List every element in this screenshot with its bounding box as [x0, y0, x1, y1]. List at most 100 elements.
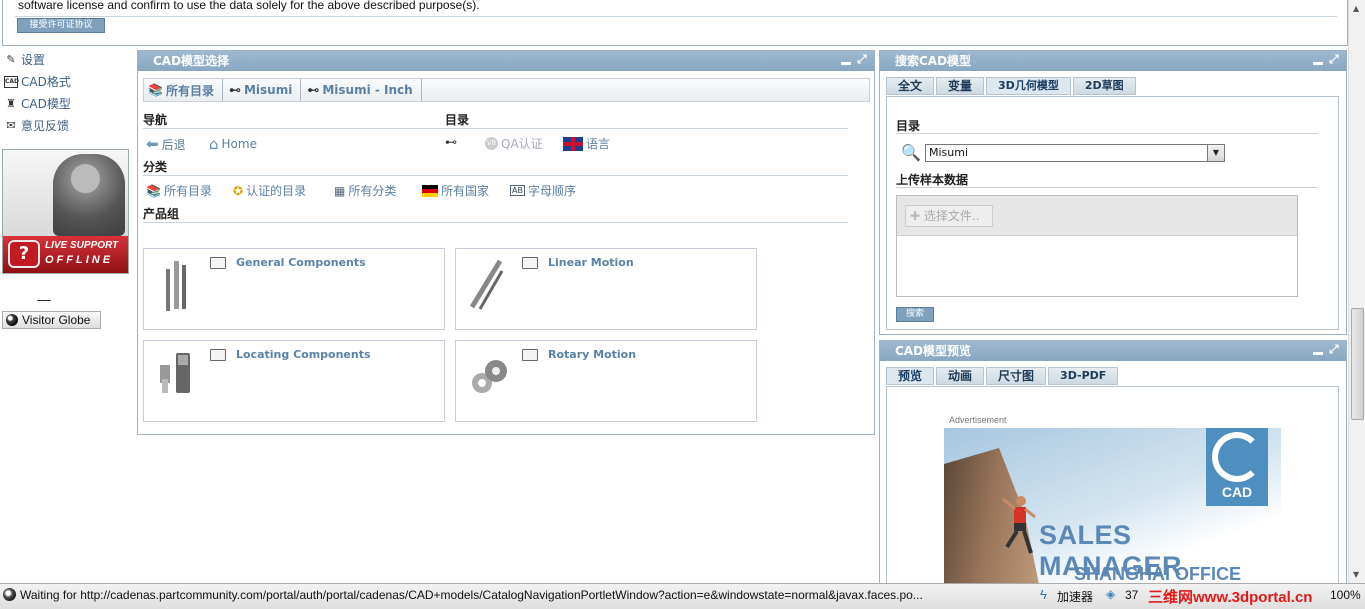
- ad-subline: SHANGHAI OFFICE: [1074, 564, 1242, 584]
- panel-header: 搜索CAD模型 ⤢: [880, 51, 1346, 71]
- folder-icon: [522, 257, 538, 269]
- divider: [37, 300, 51, 301]
- menu-item-settings[interactable]: ✎ 设置: [4, 51, 45, 68]
- scroll-up-icon[interactable]: ▲: [1353, 4, 1359, 13]
- menu-item-cad-formats[interactable]: CAD CAD格式: [4, 73, 71, 90]
- status-bar: Waiting for http://cadenas.partcommunity…: [0, 583, 1365, 609]
- license-bar: software license and confirm to use the …: [2, 0, 1348, 46]
- catalog-logo[interactable]: ⊷: [445, 135, 457, 149]
- breadcrumb: 📚 所有目录 ⊷ Misumi ⊷ Misumi - Inch: [143, 78, 870, 102]
- support-agent-photo: [53, 154, 125, 236]
- folder-icon: [210, 257, 226, 269]
- category-alphabetical[interactable]: AB 字母顺序: [510, 182, 576, 199]
- climber-image: [1002, 496, 1036, 554]
- product-group-name: Rotary Motion: [548, 348, 637, 361]
- zoom-level[interactable]: 100%: [1330, 588, 1361, 602]
- cad-icon: CAD: [4, 75, 19, 88]
- cad-preview-panel: CAD模型预览 ⤢ 预览 动画 尺寸图 3D-PDF Advertisement: [879, 340, 1347, 584]
- locating-pin-thumbnail: [160, 353, 190, 393]
- choose-file-label: 选择文件..: [923, 209, 980, 223]
- breadcrumb-label: 所有目录: [165, 83, 214, 98]
- visitor-globe-button[interactable]: Visitor Globe: [2, 311, 101, 329]
- product-group-rotary-motion[interactable]: Rotary Motion: [455, 340, 757, 422]
- shaft-thumbnail: [469, 259, 504, 310]
- minimize-icon[interactable]: [1313, 343, 1323, 355]
- category-certified[interactable]: ✪ 认证的目录: [233, 182, 306, 199]
- back-link[interactable]: ⬅ 后退: [146, 135, 186, 153]
- tab-3d-geometry[interactable]: 3D几何模型: [986, 77, 1071, 95]
- divider: [143, 175, 848, 176]
- tab-fulltext[interactable]: 全文: [886, 77, 935, 95]
- maximize-icon[interactable]: ⤢: [1329, 343, 1342, 356]
- minimize-icon[interactable]: [1313, 53, 1323, 65]
- home-link[interactable]: ⌂ Home: [209, 135, 257, 153]
- plus-icon: ✚: [910, 209, 921, 223]
- category-label: 所有目录: [163, 184, 212, 198]
- category-heading: 分类: [143, 160, 168, 174]
- preview-tab-content: Advertisement CAD SALES MANAGER SHANGHAI…: [886, 386, 1339, 584]
- category-all-classes[interactable]: ▦ 所有分类: [334, 182, 396, 199]
- panel-header: CAD模型预览 ⤢: [880, 341, 1346, 361]
- catalog-label: 目录: [896, 119, 921, 133]
- search-cad-panel: 搜索CAD模型 ⤢ 全文 变量 3D几何模型 2D草图 目录 🔍 Misumi …: [879, 50, 1347, 335]
- live-support-label: LIVE SUPPORT: [45, 240, 119, 251]
- tab-preview[interactable]: 预览: [886, 367, 935, 385]
- maximize-icon[interactable]: ⤢: [857, 53, 870, 66]
- home-icon: ⌂: [209, 135, 219, 153]
- status-text: Waiting for http://cadenas.partcommunity…: [20, 588, 923, 602]
- menu-item-label: CAD模型: [21, 97, 71, 111]
- counter-icon: ◈: [1106, 587, 1116, 601]
- accelerator-label[interactable]: 加速器: [1057, 588, 1093, 605]
- scroll-down-icon[interactable]: ▼: [1353, 570, 1359, 579]
- preview-tabs: 预览 动画 尺寸图 3D-PDF: [886, 367, 1119, 385]
- bearing-thumbnail: [472, 360, 507, 393]
- tab-dimension-drawing[interactable]: 尺寸图: [986, 367, 1047, 385]
- menu-item-label: CAD格式: [21, 75, 71, 89]
- search-button[interactable]: 搜索: [896, 307, 934, 322]
- tab-3d-pdf[interactable]: 3D-PDF: [1048, 367, 1119, 385]
- product-group-locating-components[interactable]: Locating Components: [143, 340, 445, 422]
- breadcrumb-all-catalogs[interactable]: 📚 所有目录: [148, 79, 223, 101]
- counter-value: 37: [1125, 588, 1139, 602]
- maximize-icon[interactable]: ⤢: [1329, 53, 1342, 66]
- tab-animation[interactable]: 动画: [936, 367, 985, 385]
- folder-icon: [210, 349, 226, 361]
- category-all-countries[interactable]: 所有国家: [422, 182, 489, 199]
- scrollbar-thumb[interactable]: [1351, 308, 1364, 420]
- minimize-icon[interactable]: [841, 53, 851, 65]
- product-group-linear-motion[interactable]: Linear Motion: [455, 248, 757, 330]
- advertisement-banner[interactable]: CAD SALES MANAGER SHANGHAI OFFICE: [944, 428, 1281, 584]
- lightning-icon: ϟ: [1040, 587, 1047, 602]
- misumi-icon: ⊷: [445, 135, 457, 149]
- menu-item-cad-models[interactable]: ♜ CAD模型: [4, 95, 71, 112]
- tab-variables[interactable]: 变量: [936, 77, 985, 95]
- chevron-down-icon[interactable]: ▼: [1207, 144, 1225, 162]
- search-icon: 🔍: [901, 143, 921, 162]
- folder-icon: [522, 349, 538, 361]
- product-group-general-components[interactable]: General Components: [143, 248, 445, 330]
- search-tab-content: 目录 🔍 Misumi ▼ 上传样本数据 ✚ 选择文件.. 搜索: [886, 96, 1339, 330]
- catalog-select[interactable]: Misumi: [925, 144, 1211, 162]
- choose-file-button[interactable]: ✚ 选择文件..: [905, 205, 993, 227]
- upload-sample-label: 上传样本数据: [896, 173, 969, 187]
- divider: [143, 128, 848, 129]
- breadcrumb-label: Misumi - Inch: [322, 83, 413, 97]
- accept-license-button[interactable]: 接受许可证协议: [17, 18, 105, 33]
- breadcrumb-misumi-inch[interactable]: ⊷ Misumi - Inch: [307, 79, 422, 101]
- tab-2d-sketch[interactable]: 2D草图: [1072, 77, 1136, 95]
- panel-header: CAD模型选择 ⤢: [138, 51, 874, 71]
- live-support-status: OFFLINE: [45, 254, 114, 266]
- breadcrumb-misumi[interactable]: ⊷ Misumi: [229, 79, 302, 101]
- catalog-icon: 📚: [146, 183, 161, 198]
- menu-item-feedback[interactable]: ✉ 意见反馈: [4, 117, 69, 134]
- qa-certification-link: V8 QA认证: [485, 135, 543, 152]
- live-support-banner[interactable]: ? LIVE SUPPORT OFFLINE: [2, 149, 129, 274]
- uk-flag-icon: [563, 136, 583, 151]
- catalog-icon: 📚: [148, 83, 163, 97]
- category-all-catalogs[interactable]: 📚 所有目录: [146, 182, 212, 199]
- page-scrollbar[interactable]: ▲ ▼: [1348, 0, 1365, 583]
- advertisement-label: Advertisement: [949, 415, 1007, 425]
- certified-icon: ✪: [233, 183, 244, 198]
- language-link[interactable]: 语言: [563, 135, 610, 152]
- divider: [896, 187, 1318, 188]
